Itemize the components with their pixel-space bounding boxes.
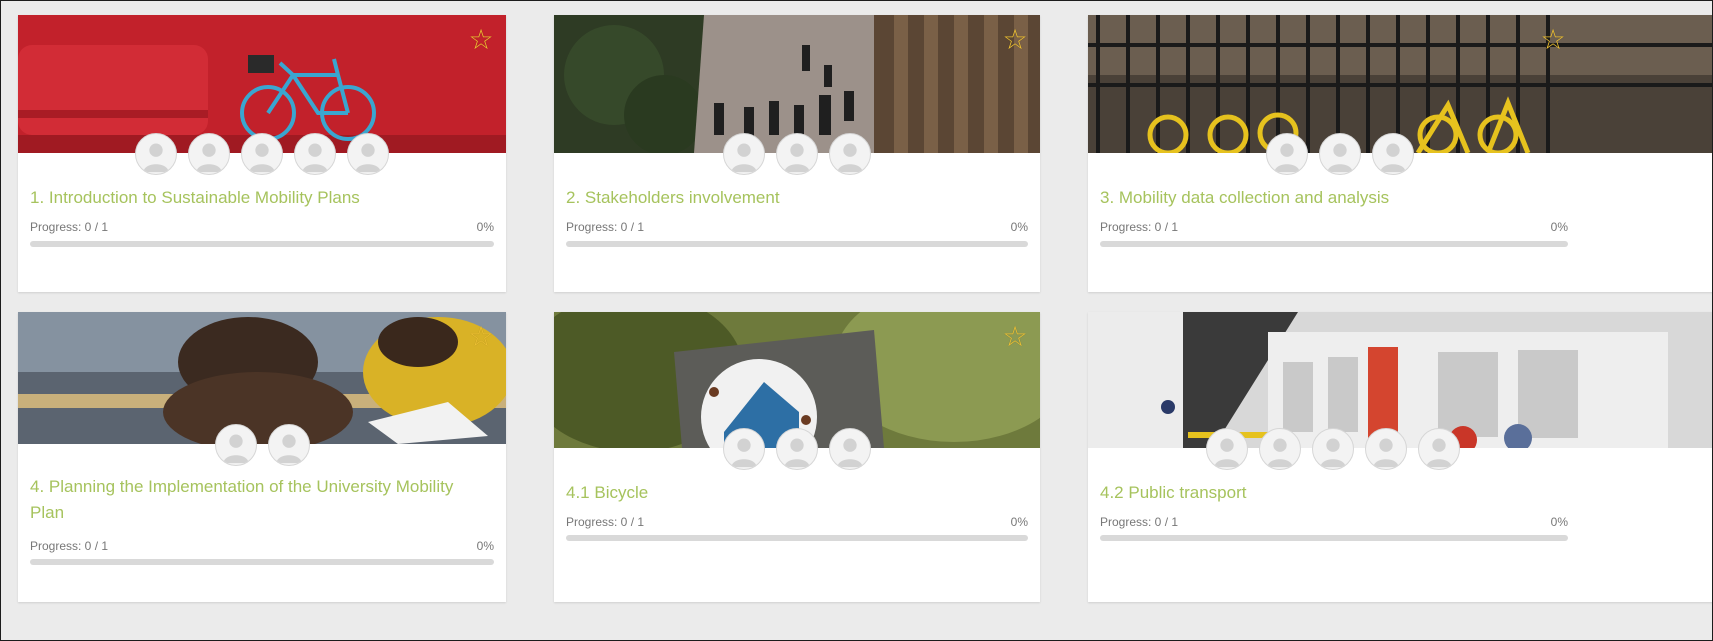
- enrolled-avatars: [554, 133, 1040, 175]
- user-avatar-icon[interactable]: [1319, 133, 1361, 175]
- user-avatar-icon[interactable]: [829, 428, 871, 470]
- progress-percent: 0%: [1010, 220, 1028, 234]
- progress-percent: 0%: [476, 220, 494, 234]
- user-avatar-icon[interactable]: [1365, 428, 1407, 470]
- enrolled-avatars: [554, 428, 1040, 470]
- enrolled-avatars: [18, 424, 506, 466]
- progress-bar: [30, 241, 494, 247]
- favorite-star-icon[interactable]: ☆: [1538, 25, 1568, 55]
- course-title[interactable]: 4. Planning the Implementation of the Un…: [30, 474, 490, 526]
- progress-label: Progress: 0 / 1: [30, 220, 109, 234]
- enrolled-avatars: [18, 133, 506, 175]
- user-avatar-icon[interactable]: [1372, 133, 1414, 175]
- favorite-star-icon[interactable]: ☆: [1000, 322, 1030, 352]
- user-avatar-icon[interactable]: [1266, 133, 1308, 175]
- course-grid: ☆ 1. Introduction to Sustainable Mobilit…: [0, 0, 1713, 641]
- progress-label: Progress: 0 / 1: [566, 515, 645, 529]
- user-avatar-icon[interactable]: [188, 133, 230, 175]
- user-avatar-icon[interactable]: [1206, 428, 1248, 470]
- course-card[interactable]: ☆ 2. Stakeholders involvement Progress: …: [554, 15, 1040, 292]
- progress-percent: 0%: [1550, 515, 1568, 529]
- favorite-star-icon[interactable]: ☆: [1000, 25, 1030, 55]
- progress-bar: [566, 241, 1028, 247]
- user-avatar-icon[interactable]: [1259, 428, 1301, 470]
- progress-label: Progress: 0 / 1: [566, 220, 645, 234]
- progress-label: Progress: 0 / 1: [1100, 515, 1179, 529]
- course-title[interactable]: 4.2 Public transport: [1100, 480, 1702, 506]
- progress-bar: [566, 535, 1028, 541]
- course-title[interactable]: 4.1 Bicycle: [566, 480, 1024, 506]
- course-title[interactable]: 3. Mobility data collection and analysis: [1100, 185, 1702, 211]
- enrolled-avatars: [1088, 428, 1712, 470]
- user-avatar-icon[interactable]: [723, 133, 765, 175]
- user-avatar-icon[interactable]: [241, 133, 283, 175]
- user-avatar-icon[interactable]: [776, 133, 818, 175]
- user-avatar-icon[interactable]: [135, 133, 177, 175]
- enrolled-avatars: [1088, 133, 1712, 175]
- progress-percent: 0%: [476, 539, 494, 553]
- progress-bar: [30, 559, 494, 565]
- progress-bar: [1100, 535, 1568, 541]
- user-avatar-icon[interactable]: [1312, 428, 1354, 470]
- user-avatar-icon[interactable]: [347, 133, 389, 175]
- user-avatar-icon[interactable]: [829, 133, 871, 175]
- course-title[interactable]: 1. Introduction to Sustainable Mobility …: [30, 185, 490, 211]
- progress-percent: 0%: [1550, 220, 1568, 234]
- course-card[interactable]: ☆ 3. Mobility data collection and analys…: [1088, 15, 1712, 292]
- user-avatar-icon[interactable]: [267, 424, 310, 466]
- progress-label: Progress: 0 / 1: [30, 539, 109, 553]
- favorite-star-icon[interactable]: ☆: [466, 322, 496, 352]
- progress-bar: [1100, 241, 1568, 247]
- course-card[interactable]: ☆ 4.1 Bicycle Progress: 0 / 1 0%: [554, 312, 1040, 602]
- course-title[interactable]: 2. Stakeholders involvement: [566, 185, 1024, 211]
- progress-label: Progress: 0 / 1: [1100, 220, 1179, 234]
- course-card[interactable]: ☆ 4. Planning the Implementation of the …: [18, 312, 506, 602]
- user-avatar-icon[interactable]: [214, 424, 257, 466]
- favorite-star-icon[interactable]: ☆: [466, 25, 496, 55]
- course-card[interactable]: ☆ 4.2 Public transport Progress: 0 / 1 0…: [1088, 312, 1712, 602]
- user-avatar-icon[interactable]: [294, 133, 336, 175]
- progress-percent: 0%: [1010, 515, 1028, 529]
- user-avatar-icon[interactable]: [1418, 428, 1460, 470]
- user-avatar-icon[interactable]: [776, 428, 818, 470]
- course-card[interactable]: ☆ 1. Introduction to Sustainable Mobilit…: [18, 15, 506, 292]
- user-avatar-icon[interactable]: [723, 428, 765, 470]
